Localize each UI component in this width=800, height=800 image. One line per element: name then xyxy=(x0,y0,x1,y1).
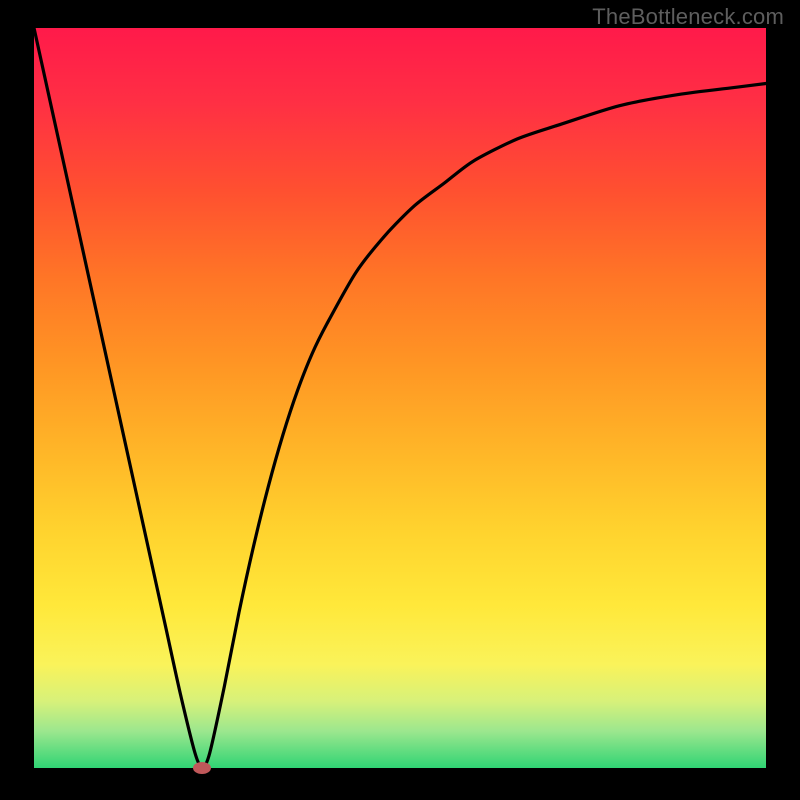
bottleneck-curve xyxy=(34,28,766,768)
curve-svg xyxy=(34,28,766,768)
bottleneck-chart: TheBottleneck.com xyxy=(0,0,800,800)
plot-area xyxy=(34,28,766,768)
watermark-text: TheBottleneck.com xyxy=(592,4,784,30)
optimal-point-marker xyxy=(193,762,211,774)
